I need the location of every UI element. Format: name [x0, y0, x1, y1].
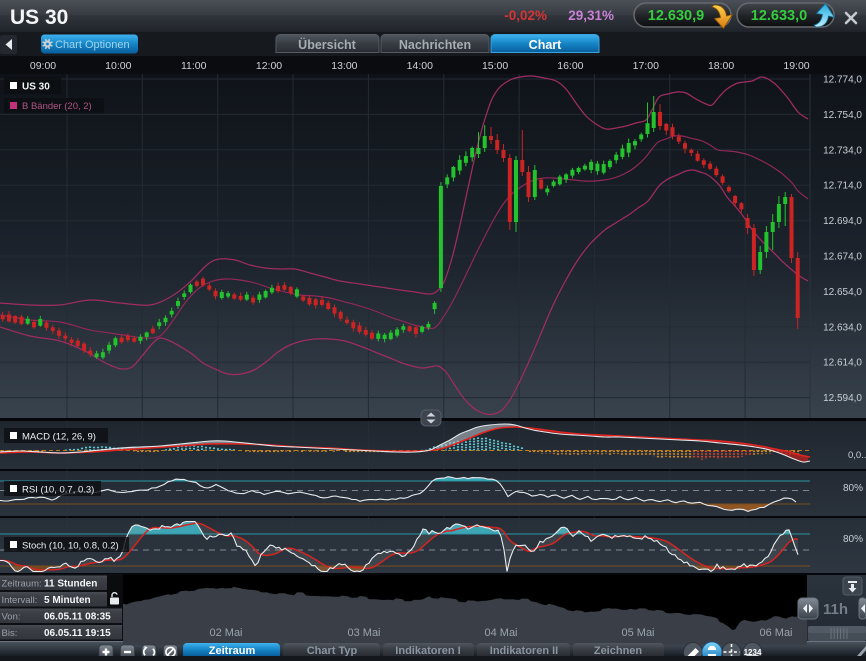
svg-text:06.05.11 08:35: 06.05.11 08:35 — [44, 612, 111, 623]
svg-text:Indikatoren II: Indikatoren II — [490, 645, 558, 656]
svg-text:Stoch (10, 10, 0.8, 0.2): Stoch (10, 10, 0.8, 0.2) — [22, 541, 119, 552]
svg-text:11:00: 11:00 — [181, 60, 207, 72]
svg-text:Chart Optionen: Chart Optionen — [55, 39, 130, 51]
svg-text:MACD (12, 26, 9): MACD (12, 26, 9) — [22, 432, 96, 443]
svg-text:Intervall:: Intervall: — [2, 595, 38, 606]
svg-text:Zeitraum:: Zeitraum: — [2, 579, 42, 590]
svg-text:B Bänder (20, 2): B Bänder (20, 2) — [22, 101, 92, 112]
svg-text:Von:: Von: — [2, 612, 21, 623]
svg-text:06.05.11 19:15: 06.05.11 19:15 — [44, 628, 111, 639]
svg-text:15:00: 15:00 — [482, 60, 508, 72]
svg-text:Übersicht: Übersicht — [298, 37, 356, 52]
svg-text:1234: 1234 — [744, 648, 762, 656]
svg-text:12.774,0: 12.774,0 — [823, 75, 862, 86]
svg-text:19:00: 19:00 — [783, 60, 809, 72]
svg-text:05 Mai: 05 Mai — [621, 627, 654, 639]
svg-text:Chart: Chart — [529, 38, 562, 52]
svg-text:80%: 80% — [843, 483, 863, 494]
svg-text:02 Mai: 02 Mai — [209, 627, 242, 639]
svg-text:17:00: 17:00 — [633, 60, 659, 72]
svg-text:04 Mai: 04 Mai — [484, 627, 517, 639]
svg-text:Nachrichten: Nachrichten — [399, 38, 471, 52]
svg-text:80%: 80% — [843, 534, 863, 545]
svg-text:14:00: 14:00 — [407, 60, 433, 72]
svg-text:RSI (10, 0.7, 0.3): RSI (10, 0.7, 0.3) — [22, 485, 94, 496]
svg-text:12.754,0: 12.754,0 — [823, 110, 862, 121]
svg-text:Zeichnen: Zeichnen — [594, 645, 643, 656]
svg-text:12.654,0: 12.654,0 — [823, 287, 862, 298]
svg-text:US 30: US 30 — [22, 82, 50, 93]
svg-text:18:00: 18:00 — [708, 60, 734, 72]
svg-text:12.630,9: 12.630,9 — [648, 8, 704, 24]
svg-text:12.633,0: 12.633,0 — [751, 8, 807, 24]
svg-text:12:00: 12:00 — [256, 60, 282, 72]
svg-text:11 Stunden: 11 Stunden — [44, 579, 97, 590]
svg-text:03 Mai: 03 Mai — [347, 627, 380, 639]
svg-text:12.614,0: 12.614,0 — [823, 358, 862, 369]
svg-text:12.694,0: 12.694,0 — [823, 216, 862, 227]
svg-text:Indikatoren I: Indikatoren I — [395, 645, 460, 656]
svg-text:US 30: US 30 — [10, 6, 68, 29]
svg-text:06 Mai: 06 Mai — [759, 627, 792, 639]
svg-text:Zeitraum: Zeitraum — [209, 645, 256, 656]
svg-text:12.674,0: 12.674,0 — [823, 252, 862, 263]
svg-text:12.594,0: 12.594,0 — [823, 393, 862, 404]
svg-text:29,31%: 29,31% — [568, 8, 614, 23]
svg-text:12.734,0: 12.734,0 — [823, 145, 862, 156]
svg-text:-0,02%: -0,02% — [504, 8, 547, 23]
svg-text:13:00: 13:00 — [331, 60, 357, 72]
svg-text:12.634,0: 12.634,0 — [823, 322, 862, 333]
svg-text:10:00: 10:00 — [105, 60, 131, 72]
svg-text:5 Minuten: 5 Minuten — [44, 595, 91, 606]
svg-text:0,0...: 0,0... — [848, 450, 866, 461]
svg-text:09:00: 09:00 — [30, 60, 56, 72]
svg-text:Chart Typ: Chart Typ — [307, 645, 358, 656]
svg-text:11h: 11h — [823, 601, 848, 618]
svg-text:Bis:: Bis: — [2, 628, 18, 639]
svg-text:12.714,0: 12.714,0 — [823, 181, 862, 192]
svg-text:16:00: 16:00 — [557, 60, 583, 72]
